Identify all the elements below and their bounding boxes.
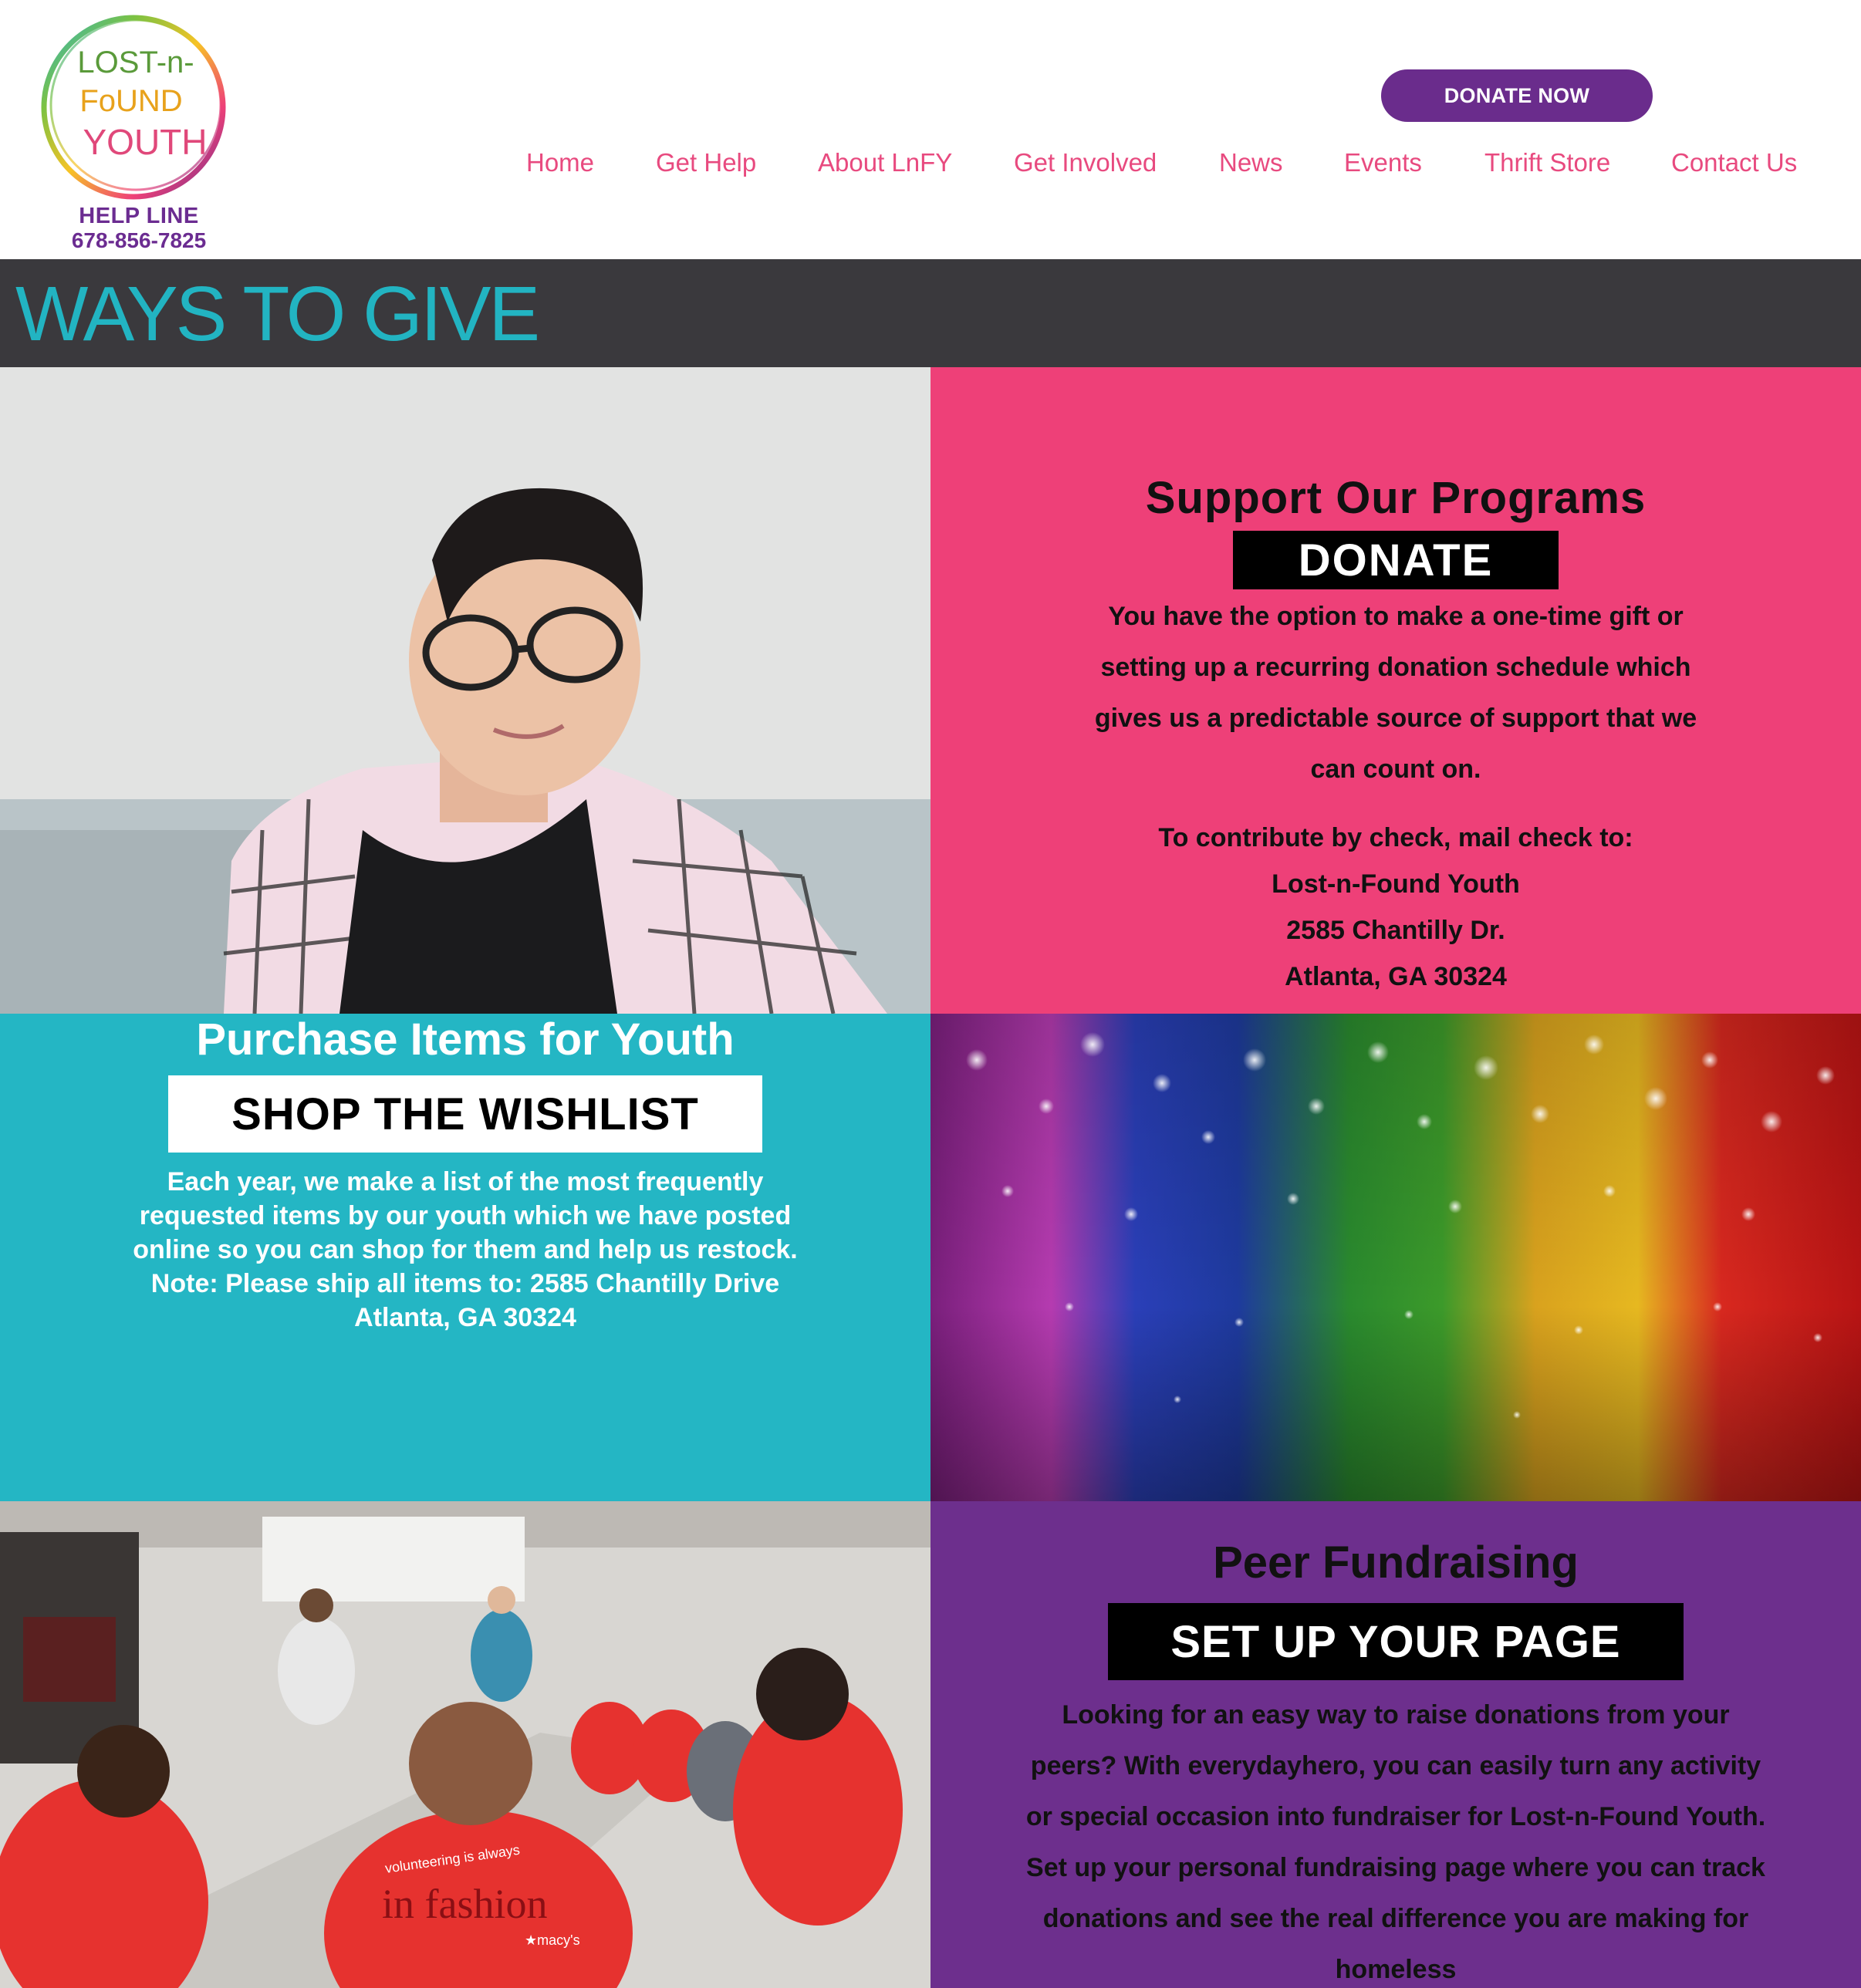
wishlist-description: Each year, we make a list of the most fr…: [133, 1167, 798, 1332]
wishlist-section: Purchase Items for Youth SHOP THE WISHLI…: [0, 1014, 930, 1501]
shirt-text-line2: in fashion: [382, 1881, 547, 1927]
peer-fundraising-section: Peer Fundraising SET UP YOUR PAGE Lookin…: [930, 1501, 1861, 1988]
shirt-brand: ★macy's: [525, 1932, 580, 1948]
logo-text-found: FoUND: [79, 84, 182, 118]
shop-wishlist-button[interactable]: SHOP THE WISHLIST: [168, 1075, 762, 1153]
photo-volunteer-meeting: volunteering is always in fashion ★macy'…: [0, 1501, 930, 1988]
nav-events[interactable]: Events: [1344, 148, 1422, 177]
nav-news[interactable]: News: [1219, 148, 1283, 177]
donate-button[interactable]: DONATE: [1233, 531, 1559, 589]
volunteer-meeting-illustration: volunteering is always in fashion ★macy'…: [0, 1501, 930, 1988]
helpline-label: HELP LINE: [79, 204, 199, 228]
support-description: You have the option to make a one-time g…: [1094, 602, 1697, 784]
nav-contact-us[interactable]: Contact Us: [1671, 148, 1797, 177]
check-street: 2585 Chantilly Dr.: [1286, 916, 1505, 945]
person-illustration: [0, 367, 930, 1014]
nav-home[interactable]: Home: [526, 148, 594, 177]
title-band: WAYS TO GIVE: [0, 259, 1861, 367]
check-payee: Lost-n-Found Youth: [1272, 869, 1520, 899]
nav-thrift-store[interactable]: Thrift Store: [1484, 148, 1610, 177]
rainbow-glitter-image: [930, 1014, 1861, 1501]
support-heading: Support Our Programs: [1145, 473, 1647, 523]
main-nav: Home Get Help About LnFY Get Involved Ne…: [0, 148, 1861, 187]
check-instruction: To contribute by check, mail check to:: [1158, 823, 1633, 852]
helpline-phone[interactable]: 678-856-7825: [46, 228, 231, 253]
rainbow-glitter-illustration: [930, 1014, 1861, 1501]
support-programs-section: Support Our Programs DONATE You have the…: [930, 367, 1861, 1014]
wishlist-heading: Purchase Items for Youth: [196, 1014, 735, 1065]
set-up-page-button[interactable]: SET UP YOUR PAGE: [1108, 1603, 1684, 1680]
site-header: LOST-n- FoUND YOUTH HELP LINE 678-856-78…: [0, 0, 1861, 259]
fundraising-description: Looking for an easy way to raise donatio…: [1025, 1700, 1766, 1984]
page-title: WAYS TO GIVE: [15, 271, 540, 357]
nav-about-lnfy[interactable]: About LnFY: [818, 148, 952, 177]
photo-person-at-table: [0, 367, 930, 1014]
check-mailing-info: To contribute by check, mail check to: L…: [1069, 815, 1722, 1000]
donate-now-button[interactable]: DONATE NOW: [1381, 69, 1653, 122]
check-city: Atlanta, GA 30324: [1285, 962, 1507, 991]
fundraising-heading: Peer Fundraising: [1213, 1537, 1579, 1588]
nav-get-help[interactable]: Get Help: [656, 148, 756, 177]
logo-text-lost: LOST-n-: [77, 46, 194, 79]
nav-get-involved[interactable]: Get Involved: [1014, 148, 1157, 177]
